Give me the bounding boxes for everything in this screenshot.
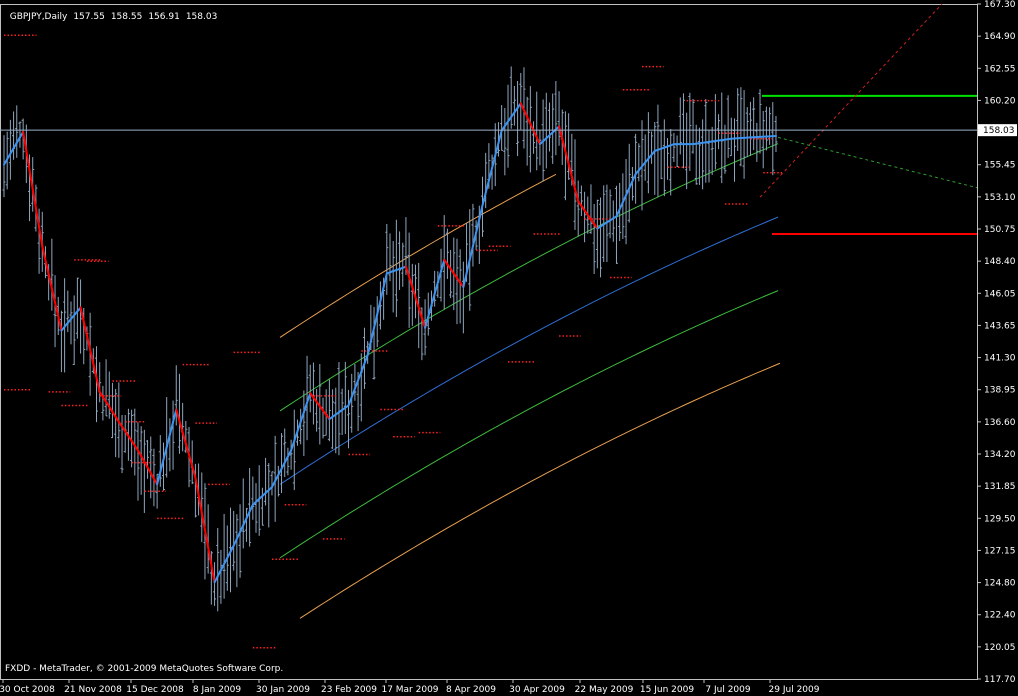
x-tick-label: 29 Jul 2009 xyxy=(769,685,820,695)
y-tick-label: 153.10 xyxy=(984,193,1016,203)
symbol-timeframe: GBPJPY,Daily xyxy=(9,12,68,22)
y-tick-label: 141.30 xyxy=(984,354,1016,364)
y-tick-label: 127.15 xyxy=(984,546,1016,556)
y-tick-label: 162.55 xyxy=(984,64,1016,74)
lower-inner-channel xyxy=(279,290,779,559)
y-tick-label: 117.70 xyxy=(984,675,1016,685)
y-tick-label: 167.30 xyxy=(984,0,1016,10)
x-tick-label: 30 Apr 2009 xyxy=(509,685,565,695)
upper-outer-channel xyxy=(279,173,557,338)
y-tick-label: 120.05 xyxy=(984,643,1016,653)
x-tick-label: 7 Jul 2009 xyxy=(705,685,750,695)
x-tick-label: 23 Feb 2009 xyxy=(321,685,377,695)
y-tick-label: 160.20 xyxy=(984,96,1016,106)
x-tick-label: 22 May 2009 xyxy=(575,685,634,695)
ohlc-low: 156.91 xyxy=(148,12,180,22)
x-tick-label: 21 Nov 2008 xyxy=(64,685,122,695)
y-tick-label: 134.20 xyxy=(984,450,1016,460)
current-price-label: 158.03 xyxy=(983,126,1015,136)
y-tick-label: 124.80 xyxy=(984,579,1016,589)
x-tick-label: 8 Jan 2009 xyxy=(193,685,241,695)
trend-projection-down xyxy=(777,136,978,189)
chart-header: GBPJPY,Daily 157.55 158.55 156.91 158.03 xyxy=(4,2,223,22)
chart-frame xyxy=(0,4,978,680)
y-tick-label: 150.75 xyxy=(984,225,1016,235)
copyright-footer: FXDD - MetaTrader, © 2001-2009 MetaQuote… xyxy=(5,664,284,674)
regression-line xyxy=(279,216,779,485)
x-tick-label: 15 Jun 2009 xyxy=(640,685,694,695)
y-tick-label: 143.65 xyxy=(984,321,1016,331)
price-chart[interactable]: 167.30164.90162.55160.20157.85155.45153.… xyxy=(0,0,1018,696)
y-tick-label: 136.60 xyxy=(984,418,1016,428)
x-tick-label: 30 Oct 2008 xyxy=(0,685,55,695)
x-tick-label: 8 Apr 2009 xyxy=(446,685,496,695)
x-tick-label: 17 Mar 2009 xyxy=(381,685,438,695)
y-tick-label: 129.50 xyxy=(984,514,1016,524)
y-tick-label: 164.90 xyxy=(984,32,1016,42)
ohlc-close: 158.03 xyxy=(185,12,218,22)
ohlc-high: 158.55 xyxy=(110,12,143,22)
fractal-marks xyxy=(4,34,783,649)
y-tick-label: 131.85 xyxy=(984,482,1016,492)
y-tick-label: 155.45 xyxy=(984,161,1016,171)
y-tick-label: 148.40 xyxy=(984,257,1016,267)
trend-projection-up xyxy=(759,3,943,198)
y-tick-label: 122.40 xyxy=(984,611,1016,621)
y-tick-label: 146.05 xyxy=(984,289,1016,299)
lower-outer-channel xyxy=(299,362,781,619)
y-tick-label: 138.95 xyxy=(984,386,1016,396)
x-tick-label: 30 Jan 2009 xyxy=(256,685,310,695)
x-tick-label: 15 Dec 2008 xyxy=(126,685,184,695)
ohlc-open: 157.55 xyxy=(73,12,105,22)
